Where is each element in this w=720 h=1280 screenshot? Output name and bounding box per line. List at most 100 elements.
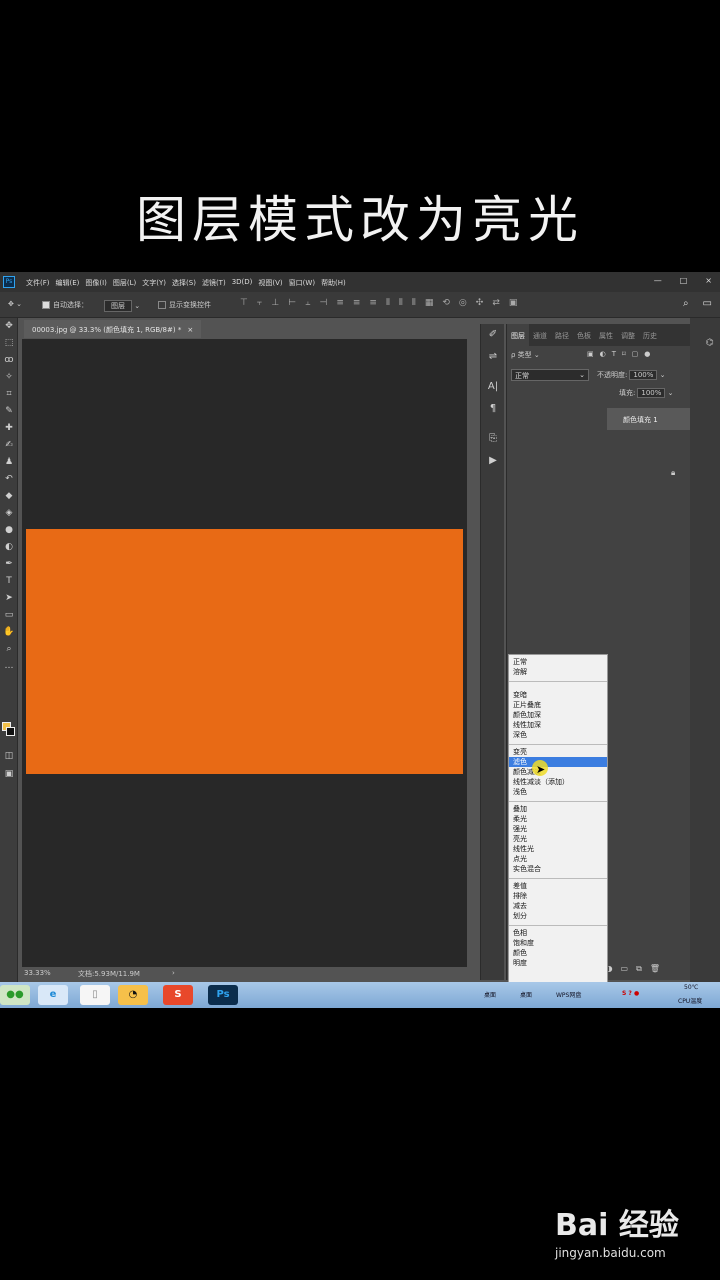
opacity-control[interactable]: 不透明度: 100% ⌄ (597, 370, 665, 380)
align-vcenter-icon[interactable]: ⫟ (257, 298, 262, 308)
magic-wand-icon[interactable]: ✧ (0, 369, 18, 386)
blend-option[interactable]: 线性光 (509, 844, 607, 854)
sogou-icon[interactable]: S (163, 985, 193, 1005)
marquee-tool-icon[interactable]: ⬚ (0, 335, 18, 352)
close-tab-icon[interactable]: × (187, 326, 193, 334)
eraser-icon[interactable]: ◆ (0, 488, 18, 505)
dodge-tool-icon[interactable]: ◐ (0, 539, 18, 556)
lock-icon[interactable]: 🔒︎ (671, 468, 675, 478)
group-icon[interactable]: ▭ (621, 964, 629, 974)
blend-option[interactable]: 饱和度 (509, 938, 607, 948)
filter-kind-dropdown[interactable]: ρ 类型 ⌄ (511, 351, 540, 359)
photoshop-taskbar-icon[interactable]: Ps (208, 985, 238, 1005)
move-tool-icon[interactable]: ✥ (0, 318, 18, 335)
distribute-vcenter-icon[interactable]: ≡ (353, 298, 361, 308)
adjust-icon[interactable]: ⇌ (481, 346, 505, 368)
panel-tab-0[interactable]: 图层 (507, 324, 529, 346)
delete-layer-icon[interactable]: 🗑︎ (650, 964, 660, 974)
move-tool-icon[interactable]: ✥ ⌄ (8, 300, 22, 308)
more-tools-icon[interactable]: … (0, 658, 18, 675)
blend-option[interactable]: 线性加深 (509, 720, 607, 730)
paint-bucket-icon[interactable]: ◈ (0, 505, 18, 522)
panel-tab-5[interactable]: 调整 (617, 324, 639, 346)
healing-brush-icon[interactable]: ✚ (0, 420, 18, 437)
blur-tool-icon[interactable]: ● (0, 522, 18, 539)
show-transform-checkbox[interactable] (158, 301, 166, 309)
quick-mask-icon[interactable]: ◫ (0, 748, 18, 765)
blend-option[interactable]: 点光 (509, 854, 607, 864)
show-transform-option[interactable]: 显示变换控件 (158, 300, 211, 310)
zoom-tool-icon[interactable]: ⌕ (0, 641, 18, 658)
opacity-field[interactable]: 100% (629, 370, 658, 380)
qq-icon[interactable]: ◔ (118, 985, 148, 1005)
menu-item-10[interactable]: 帮助(H) (321, 278, 346, 288)
maximize-button[interactable]: □ (680, 276, 688, 285)
blend-option[interactable]: 排除 (509, 891, 607, 901)
align-hcenter-icon[interactable]: ⫠ (305, 298, 310, 308)
3d-mode-icon[interactable]: ⟲ (442, 298, 450, 308)
zoom-level[interactable]: 33.33% (24, 969, 51, 977)
wechat-icon[interactable]: ●● (0, 985, 30, 1005)
close-button[interactable]: × (705, 276, 712, 285)
ie-icon[interactable]: e (38, 985, 68, 1005)
eyedropper-icon[interactable]: ✎ (0, 403, 18, 420)
screen-mode-icon[interactable]: ▣ (0, 766, 18, 783)
blend-option[interactable]: 颜色减淡 (509, 767, 607, 777)
menu-item-5[interactable]: 选择(S) (172, 278, 196, 288)
background-color-swatch[interactable] (6, 727, 15, 736)
file-icon[interactable]: ▯ (80, 985, 110, 1005)
menu-item-2[interactable]: 图像(I) (85, 278, 107, 288)
menu-item-9[interactable]: 窗口(W) (289, 278, 315, 288)
menu-item-8[interactable]: 视图(V) (258, 278, 282, 288)
blend-option[interactable]: 亮光 (509, 834, 607, 844)
tray-desktop-1[interactable]: 桌面 (484, 990, 496, 999)
pen-tool-icon[interactable]: ✒ (0, 556, 18, 573)
3d-drag-icon[interactable]: ✣ (476, 298, 484, 308)
search-icon[interactable]: ⌕ (683, 298, 689, 309)
color-fill-canvas[interactable] (26, 529, 463, 774)
path-select-icon[interactable]: ➤ (0, 590, 18, 607)
menu-item-4[interactable]: 文字(Y) (142, 278, 166, 288)
panel-tab-4[interactable]: 属性 (595, 324, 617, 346)
align-left-icon[interactable]: ⊢ (288, 298, 296, 308)
character-icon[interactable]: A| (481, 376, 505, 398)
minimize-button[interactable]: — (654, 276, 662, 285)
blend-option[interactable]: 溶解 (509, 667, 607, 677)
lasso-tool-icon[interactable]: ꝏ (0, 352, 18, 369)
brush-tool-icon[interactable]: ✍ (0, 437, 18, 454)
filter-icons[interactable]: ▣◐T⌑▢● (587, 350, 656, 358)
menu-item-0[interactable]: 文件(F) (26, 278, 50, 288)
blend-option[interactable]: 深色 (509, 730, 607, 740)
blend-option[interactable]: 颜色 (509, 948, 607, 958)
tray-desktop-2[interactable]: 桌面 (520, 990, 532, 999)
blend-option[interactable]: 线性减淡（添加） (509, 777, 607, 787)
blend-option[interactable]: 划分 (509, 911, 607, 921)
paragraph-icon[interactable]: ¶ (481, 398, 505, 420)
align-bottom-icon[interactable]: ⊥ (271, 298, 279, 308)
blend-option[interactable]: 叠加 (509, 804, 607, 814)
fill-field[interactable]: 100% (637, 388, 666, 398)
align-right-icon[interactable]: ⊣ (319, 298, 327, 308)
blend-option[interactable]: 正常 (509, 657, 607, 667)
blend-option[interactable]: 明度 (509, 958, 607, 968)
distribute-top-icon[interactable]: ≡ (336, 298, 344, 308)
layer-row[interactable]: 颜色填充 1 (607, 408, 691, 430)
menu-item-7[interactable]: 3D(D) (232, 278, 253, 288)
new-layer-icon[interactable]: ⧉ (636, 964, 642, 974)
distribute-left-icon[interactable]: ⦀ (386, 298, 390, 308)
blend-option[interactable]: 变亮 (509, 747, 607, 757)
blend-option[interactable]: 颜色加深 (509, 710, 607, 720)
3d-scale-icon[interactable]: ▣ (509, 298, 518, 308)
blend-option[interactable]: 差值 (509, 881, 607, 891)
blend-option[interactable]: 滤色 (509, 757, 607, 767)
brush-preset-icon[interactable]: ✐ (481, 324, 505, 346)
crop-tool-icon[interactable]: ⌗ (0, 386, 18, 403)
auto-align-icon[interactable]: ▦ (425, 298, 434, 308)
history-brush-icon[interactable]: ↶ (0, 471, 18, 488)
clone-stamp-icon[interactable]: ♟ (0, 454, 18, 471)
workspace-icon[interactable]: ▭ (703, 298, 712, 309)
blend-mode-select[interactable]: 正常 ⌄ (511, 369, 589, 381)
distribute-right-icon[interactable]: ⦀ (412, 298, 416, 308)
auto-select-checkbox[interactable] (42, 301, 50, 309)
blend-option[interactable]: 浅色 (509, 787, 607, 797)
